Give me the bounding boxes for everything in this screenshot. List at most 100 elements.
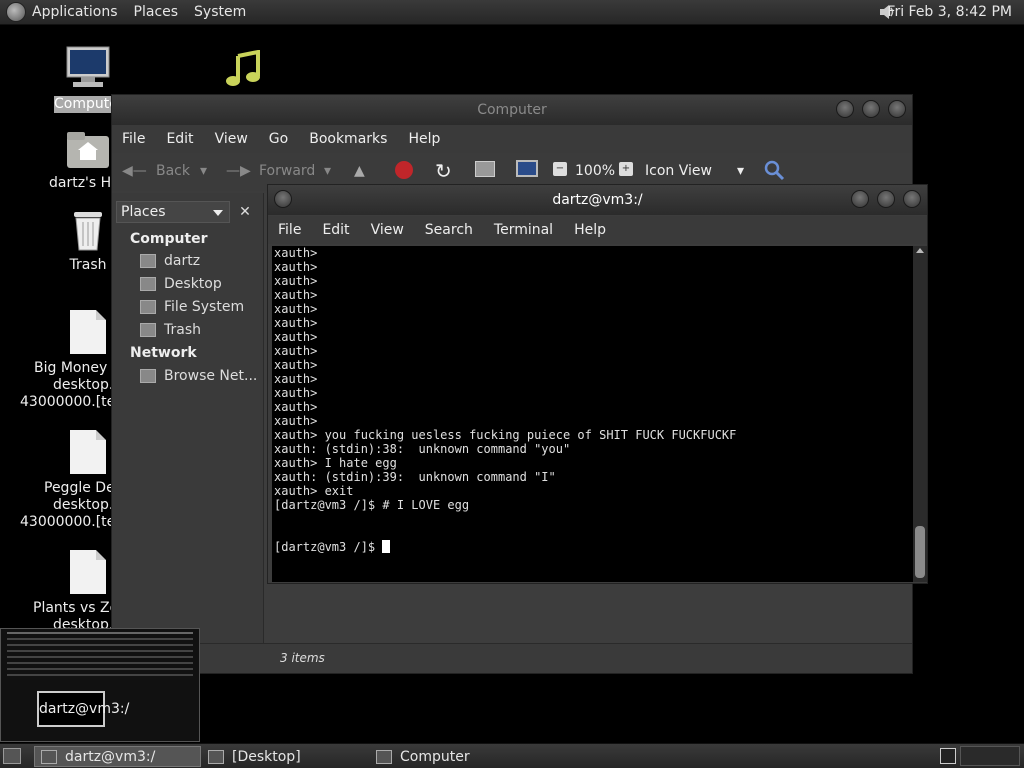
task-computer[interactable]: Computer — [370, 746, 536, 767]
reload-icon[interactable]: ↻ — [435, 159, 452, 183]
scrollbar[interactable] — [913, 246, 927, 582]
system-menu[interactable]: System — [194, 4, 246, 20]
terminal-line: xauth> — [274, 260, 318, 274]
computer-icon[interactable] — [516, 160, 538, 177]
menu-view[interactable]: View — [215, 131, 248, 147]
preview-line — [7, 674, 193, 676]
terminal-line: xauth> — [274, 302, 318, 316]
places-combo[interactable]: Places — [116, 201, 230, 223]
document-icon — [70, 430, 106, 474]
clock[interactable]: Fri Feb 3, 8:42 PM — [887, 4, 1012, 20]
back-arrow-icon[interactable]: ◀— — [122, 163, 147, 179]
search-icon[interactable] — [763, 159, 785, 181]
preview-label: dartz@vm3:/ — [37, 691, 129, 727]
scroll-up-icon[interactable] — [916, 248, 924, 253]
view-mode-select[interactable]: Icon View — [645, 163, 712, 179]
terminal-window[interactable]: dartz@vm3:/ File Edit View Search Termin… — [267, 184, 928, 584]
places-sidebar: Places ✕ Computer dartz Desktop File Sys… — [112, 193, 264, 643]
menu-help[interactable]: Help — [574, 222, 606, 238]
desktop-icon-music[interactable] — [184, 49, 304, 93]
terminal-prompt-line[interactable]: [dartz@vm3 /]$ — [274, 540, 736, 554]
preview-line — [7, 644, 193, 646]
status-text: 3 items — [280, 651, 325, 665]
terminal-output[interactable]: xauth> xauth> xauth> xauth> xauth> xauth> xaut… — [272, 246, 913, 582]
gnome-foot-icon[interactable] — [6, 2, 26, 22]
terminal-line: xauth> — [274, 386, 318, 400]
forward-dropdown-icon[interactable]: ▾ — [324, 163, 331, 179]
terminal-line: xauth> — [274, 344, 318, 358]
terminal-prompt: [dartz@vm3 /]$ — [274, 540, 383, 554]
menu-file[interactable]: File — [278, 222, 301, 238]
menu-bookmarks[interactable]: Bookmarks — [309, 131, 387, 147]
minimize-button[interactable] — [836, 100, 854, 118]
preview-line — [7, 638, 193, 640]
home-icon[interactable] — [475, 161, 495, 177]
sidebar-item-file-system[interactable]: File System — [140, 299, 244, 315]
menu-search[interactable]: Search — [425, 222, 473, 238]
menu-edit[interactable]: Edit — [166, 131, 193, 147]
menu-view[interactable]: View — [371, 222, 404, 238]
home-folder-icon — [67, 132, 109, 168]
show-desktop-icon[interactable] — [3, 748, 21, 764]
status-bar: 3 items — [112, 643, 912, 673]
menu-help[interactable]: Help — [408, 131, 440, 147]
terminal-line: xauth> — [274, 288, 318, 302]
stop-icon[interactable] — [395, 161, 413, 179]
sidebar-item-browse-network[interactable]: Browse Net... — [140, 368, 257, 384]
preview-line — [7, 656, 193, 658]
applications-menu[interactable]: Applications — [32, 4, 118, 20]
terminal-line: xauth> — [274, 358, 318, 372]
document-icon — [70, 310, 106, 354]
terminal-titlebar[interactable]: dartz@vm3:/ — [268, 185, 927, 215]
zoom-out-icon[interactable]: − — [553, 162, 567, 176]
menu-edit[interactable]: Edit — [322, 222, 349, 238]
places-heading-network: Network — [130, 345, 197, 361]
top-panel: Applications Places System Fri Feb 3, 8:… — [0, 0, 1024, 25]
sidebar-item-dartz[interactable]: dartz — [140, 253, 200, 269]
window-menu-button[interactable] — [274, 190, 292, 208]
sidebar-item-label: Trash — [164, 322, 201, 338]
maximize-button[interactable] — [877, 190, 895, 208]
close-icon[interactable]: ✕ — [234, 201, 256, 223]
terminal-line: xauth> — [274, 414, 318, 428]
preview-menubar — [7, 632, 193, 634]
minimize-button[interactable] — [851, 190, 869, 208]
up-icon[interactable]: ▲ — [354, 163, 365, 179]
workspace-switcher-icon[interactable] — [940, 748, 956, 764]
places-menu[interactable]: Places — [134, 4, 179, 20]
terminal-line: xauth> — [274, 274, 318, 288]
menu-terminal[interactable]: Terminal — [494, 222, 553, 238]
close-button[interactable] — [888, 100, 906, 118]
task-desktop[interactable]: [Desktop] — [202, 746, 368, 767]
sidebar-item-label: File System — [164, 299, 245, 315]
bottom-panel: dartz@vm3:/ [Desktop] Computer — [0, 743, 1024, 768]
sidebar-item-trash[interactable]: Trash — [140, 322, 201, 338]
drive-icon — [140, 300, 156, 314]
window-preview[interactable]: dartz@vm3:/ — [0, 628, 200, 742]
close-button[interactable] — [903, 190, 921, 208]
scroll-thumb[interactable] — [915, 526, 925, 578]
trash-icon — [74, 212, 102, 251]
terminal-line: xauth: (stdin):38: unknown command "you" — [274, 442, 571, 456]
file-manager-titlebar[interactable]: Computer — [112, 95, 912, 125]
terminal-lines: xauth> xauth> xauth> xauth> xauth> xauth> xaut… — [274, 246, 736, 582]
view-mode-dropdown-icon[interactable]: ▾ — [737, 163, 744, 179]
forward-arrow-icon[interactable]: —▶ — [226, 163, 251, 179]
preview-line — [7, 668, 193, 670]
sidebar-item-desktop[interactable]: Desktop — [140, 276, 222, 292]
workspace-switcher[interactable] — [960, 746, 1020, 766]
terminal-line: xauth> — [274, 316, 318, 330]
back-dropdown-icon[interactable]: ▾ — [200, 163, 207, 179]
zoom-in-icon[interactable]: + — [619, 162, 633, 176]
back-button[interactable]: Back — [156, 163, 190, 179]
terminal-line: xauth> I hate egg — [274, 456, 397, 470]
terminal-line: xauth> — [274, 372, 318, 386]
task-terminal[interactable]: dartz@vm3:/ — [34, 746, 201, 767]
maximize-button[interactable] — [862, 100, 880, 118]
terminal-line: xauth> — [274, 330, 318, 344]
forward-button[interactable]: Forward — [259, 163, 315, 179]
sidebar-item-label: Browse Net... — [164, 368, 258, 384]
places-heading-computer: Computer — [130, 231, 208, 247]
menu-go[interactable]: Go — [269, 131, 288, 147]
menu-file[interactable]: File — [122, 131, 145, 147]
